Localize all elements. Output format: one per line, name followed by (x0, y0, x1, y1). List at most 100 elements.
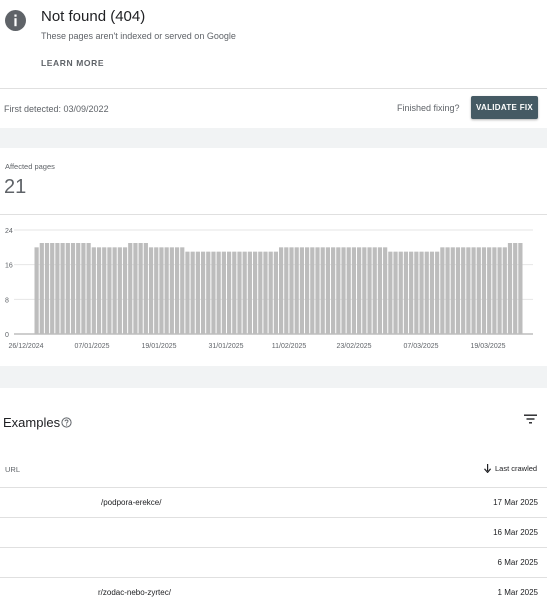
y-tick-label: 16 (5, 263, 13, 270)
issue-subtitle: These pages aren't indexed or served on … (41, 31, 236, 41)
affected-pages-card: Affected pages 21 0 8 16 24 26/12/2024 07/01/… (0, 148, 547, 366)
divider (0, 214, 547, 215)
bar (39, 243, 44, 334)
last-crawled-column-header[interactable]: Last crawled (484, 464, 537, 473)
bar (466, 247, 471, 334)
url-column-header: URL (5, 465, 21, 474)
x-tick-label: 31/01/2025 (208, 343, 243, 350)
bar (164, 247, 169, 334)
bar (102, 247, 107, 334)
bar (445, 247, 450, 334)
filter-icon[interactable] (524, 414, 537, 424)
bar (440, 247, 445, 334)
table-row[interactable]: 16 Mar 2025 (0, 517, 547, 547)
bar (169, 247, 174, 334)
bar (305, 247, 310, 334)
bar (492, 247, 497, 334)
y-tick-label: 8 (5, 297, 9, 304)
sort-arrow-down-icon (484, 464, 491, 473)
bar (299, 247, 305, 334)
row-date: 17 Mar 2025 (493, 498, 538, 507)
bar (424, 251, 429, 334)
table-row[interactable]: r/zodac-nebo-zyrtec/ 1 Mar 2025 (0, 577, 547, 600)
bar (502, 247, 507, 334)
bar (190, 251, 195, 334)
bar (44, 243, 50, 334)
bar (481, 247, 487, 334)
bar (398, 251, 403, 334)
bar (497, 247, 502, 334)
bar (91, 247, 96, 334)
bar (383, 247, 388, 334)
bar (471, 247, 476, 334)
x-tick-label: 07/03/2025 (403, 343, 438, 350)
bar (409, 251, 414, 334)
bar (518, 243, 523, 334)
row-date: 16 Mar 2025 (493, 528, 538, 537)
bar (331, 247, 336, 334)
issue-title: Not found (404) (41, 8, 146, 25)
bar (174, 247, 180, 334)
validate-fix-button[interactable]: VALIDATE FIX (471, 96, 538, 119)
bar (200, 251, 206, 334)
bar (273, 251, 278, 334)
bar (507, 243, 513, 334)
x-tick-label: 23/02/2025 (336, 343, 371, 350)
bar (107, 247, 112, 334)
bar (50, 243, 55, 334)
bar (112, 247, 117, 334)
bar (148, 247, 154, 334)
bar (247, 251, 252, 334)
affected-pages-label: Affected pages (5, 162, 55, 171)
bar (450, 247, 455, 334)
examples-card: Examples URL Last crawled /podpora-erekc… (0, 388, 547, 600)
bar (211, 251, 216, 334)
bar (388, 251, 393, 334)
bar (268, 251, 273, 334)
bar (455, 247, 461, 334)
bar (435, 251, 440, 334)
bar (414, 251, 419, 334)
bar (362, 247, 367, 334)
bar (461, 247, 466, 334)
bar (263, 251, 268, 334)
bar (65, 243, 70, 334)
finished-fixing-text: Finished fixing? (397, 103, 460, 113)
bar (195, 251, 200, 334)
bar (284, 247, 289, 334)
bar (393, 251, 398, 334)
bar (133, 243, 138, 334)
bar (180, 247, 185, 334)
row-url: /podpora-erekce/ (101, 498, 162, 507)
bar (372, 247, 377, 334)
bar (258, 251, 263, 334)
x-tick-label: 26/12/2024 (8, 343, 43, 350)
bar (206, 251, 211, 334)
affected-pages-count: 21 (4, 176, 27, 198)
bar (143, 243, 148, 334)
bar (377, 247, 383, 334)
table-row[interactable]: 6 Mar 2025 (0, 547, 547, 577)
bar (252, 251, 258, 334)
bar (60, 243, 65, 334)
bar (367, 247, 372, 334)
bar (279, 247, 284, 334)
bar (513, 243, 518, 334)
row-date: 6 Mar 2025 (497, 558, 538, 567)
divider (0, 88, 547, 89)
bar (351, 247, 357, 334)
bar (325, 247, 331, 334)
y-tick-label: 0 (5, 332, 9, 339)
bar (429, 251, 435, 334)
bar (419, 251, 424, 334)
table-row[interactable]: /podpora-erekce/ 17 Mar 2025 (0, 487, 547, 517)
bar (346, 247, 351, 334)
affected-pages-chart: 0 8 16 24 26/12/2024 07/01/2025 19/01/2025 31/0… (5, 228, 533, 350)
bar (122, 247, 128, 334)
bar (336, 247, 341, 334)
bar (96, 247, 102, 334)
help-icon[interactable] (61, 417, 72, 428)
learn-more-link[interactable]: LEARN MORE (41, 58, 104, 68)
examples-title: Examples (3, 415, 61, 430)
bar (81, 243, 86, 334)
